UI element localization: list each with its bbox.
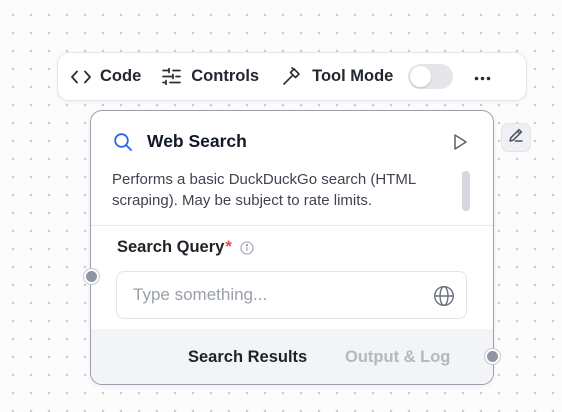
code-label: Code <box>100 67 142 85</box>
controls-label: Controls <box>191 67 260 85</box>
code-icon <box>71 70 91 84</box>
sliders-icon <box>162 68 182 85</box>
search-query-label-text: Search Query <box>117 238 225 256</box>
node-description: Performs a basic DuckDuckGo search (HTML… <box>112 171 416 209</box>
web-search-node[interactable]: Web Search Performs a basic DuckDuckGo s… <box>90 110 494 385</box>
code-button[interactable]: Code <box>71 53 141 100</box>
more-horizontal-icon <box>474 68 491 86</box>
description-scrollbar[interactable] <box>462 171 470 211</box>
pencil-icon <box>507 126 525 149</box>
info-icon[interactable] <box>240 240 254 255</box>
input-handle[interactable] <box>84 269 99 284</box>
run-node-button[interactable] <box>452 133 468 151</box>
node-title: Web Search <box>147 131 247 151</box>
node-footer-tabs: Search Results Output & Log <box>91 329 493 384</box>
output-handle[interactable] <box>485 349 500 364</box>
divider <box>91 225 493 226</box>
tab-output-log[interactable]: Output & Log <box>345 348 450 367</box>
node-header: Web Search <box>91 111 493 169</box>
tool-mode-toggle[interactable] <box>408 64 454 89</box>
tool-mode-label: Tool Mode <box>312 67 394 85</box>
tool-mode-button[interactable]: Tool Mode <box>282 53 393 100</box>
globe-icon[interactable] <box>433 285 455 307</box>
search-query-field <box>116 271 467 319</box>
node-toolbar: Code Controls Tool Mode <box>57 52 527 101</box>
search-query-label: Search Query * <box>117 238 254 257</box>
toggle-knob <box>410 66 432 87</box>
search-query-input[interactable] <box>117 272 417 318</box>
tab-search-results[interactable]: Search Results <box>188 348 307 367</box>
search-icon <box>113 132 133 152</box>
required-marker: * <box>225 238 232 256</box>
edit-node-button[interactable] <box>501 123 531 152</box>
hammer-icon <box>282 67 301 86</box>
more-options-button[interactable] <box>474 68 491 86</box>
controls-button[interactable]: Controls <box>162 53 259 100</box>
